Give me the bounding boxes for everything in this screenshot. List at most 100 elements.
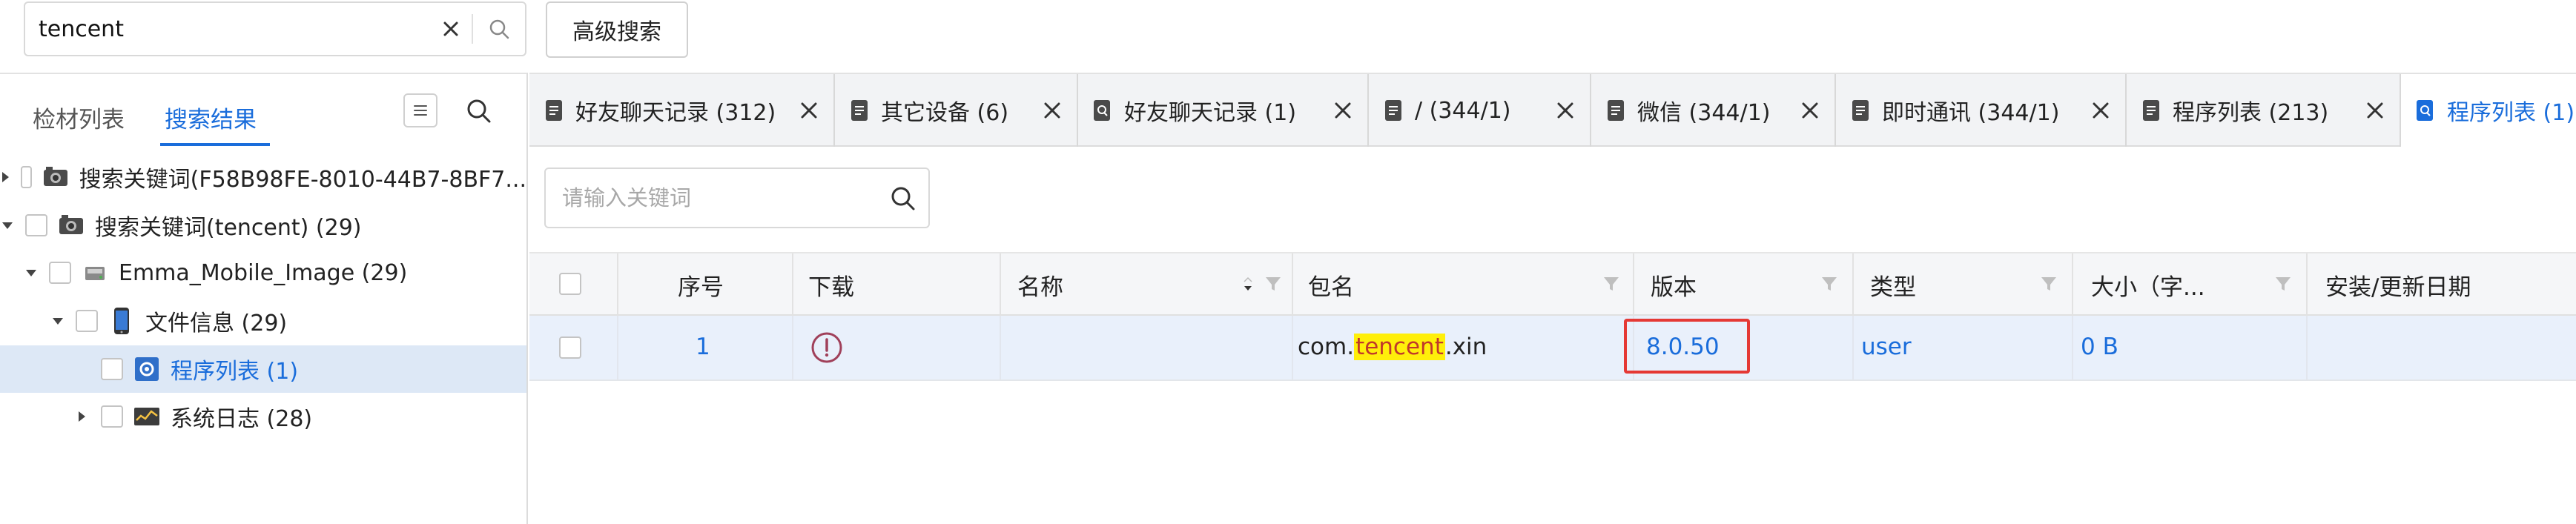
close-icon[interactable] [2087, 96, 2115, 125]
column-header-label: 安装/更新日期 [2325, 274, 2471, 301]
column-header-label: 名称 [1017, 274, 1063, 301]
column-header-label: 序号 [678, 274, 724, 301]
column-size[interactable]: 大小（字... [2073, 253, 2308, 316]
clear-icon[interactable] [430, 8, 472, 50]
keyword-filter-box[interactable] [544, 168, 930, 228]
tree-checkbox[interactable] [101, 405, 123, 428]
tree-search-icon[interactable] [461, 93, 497, 129]
collapse-arrow-icon[interactable] [0, 218, 15, 233]
document-icon [1605, 97, 1627, 124]
tree-node-label: 搜索关键词(F58B98FE-8010-44B7-8BF7... [79, 167, 526, 193]
search-keyword-icon [58, 212, 85, 239]
tree-node-selected[interactable]: 程序列表 (1) [0, 345, 526, 393]
package-suffix: .xin [1444, 334, 1487, 360]
result-tab-strip: 好友聊天记录 (312) 其它设备 (6) 好友聊天记录 (1) / (344/… [529, 73, 2576, 147]
column-header-label: 类型 [1870, 274, 1916, 301]
global-search-box[interactable]: tencent [24, 1, 526, 56]
tree-checkbox[interactable] [25, 214, 47, 236]
close-icon[interactable] [1796, 96, 1824, 125]
tree-node[interactable]: Emma_Mobile_Image (29) [0, 249, 526, 296]
close-icon[interactable] [795, 96, 823, 125]
tab-label: 程序列表 (1) [2447, 100, 2575, 126]
left-panel: 检材列表 搜索结果 搜索关键词(F58B98FE-8010-44B7-8BF7.… [0, 73, 528, 524]
search-keyword-icon [42, 164, 69, 190]
tree-node[interactable]: 搜索关键词(tencent) (29) [0, 202, 526, 249]
tab-wechat[interactable]: 微信 (344/1) [1591, 74, 1836, 147]
filter-icon[interactable] [2272, 273, 2294, 295]
search-highlight: tencent [1354, 334, 1445, 360]
sort-desc-icon[interactable] [1240, 273, 1256, 295]
expand-arrow-icon[interactable] [0, 170, 10, 185]
global-search-input[interactable]: tencent [39, 16, 430, 42]
tab-instant-messaging[interactable]: 即时通讯 (344/1) [1836, 74, 2127, 147]
tab-evidence-list[interactable]: 检材列表 [33, 101, 125, 134]
cell-size: 0 B [2073, 316, 2308, 379]
filter-icon[interactable] [2038, 273, 2060, 295]
cell-name [1001, 316, 1293, 379]
column-type[interactable]: 类型 [1854, 253, 2073, 316]
document-search-icon [1092, 97, 1114, 124]
row-checkbox[interactable] [559, 336, 581, 359]
column-header-label: 包名 [1308, 274, 1354, 301]
document-icon [2140, 97, 2162, 124]
select-all-checkbox[interactable] [559, 273, 581, 295]
tab-friend-chat-1[interactable]: 好友聊天记录 (1) [1078, 74, 1369, 147]
column-seq[interactable]: 序号 [618, 253, 793, 316]
row-package: com.tencent.xin [1298, 334, 1487, 360]
close-icon[interactable] [1038, 96, 1066, 125]
column-header-label: 大小（字... [2091, 274, 2205, 301]
tab-label: 微信 (344/1) [1637, 100, 1771, 126]
tree-node-label: Emma_Mobile_Image (29) [119, 259, 408, 286]
cell-install-date [2308, 316, 2576, 379]
select-all-cell [529, 253, 618, 316]
tree-checkbox[interactable] [101, 358, 123, 380]
top-search-bar: tencent 高级搜索 [0, 0, 2576, 73]
tree-node[interactable]: 文件信息 (29) [0, 297, 526, 345]
tab-label: 其它设备 (6) [881, 100, 1009, 126]
cell-seq: 1 [618, 316, 793, 379]
system-log-icon [133, 403, 160, 430]
tree-checkbox[interactable] [21, 166, 32, 188]
column-name[interactable]: 名称 [1001, 253, 1293, 316]
disk-image-icon [82, 259, 108, 286]
document-icon [848, 97, 871, 124]
tab-app-list-1[interactable]: 程序列表 (1) [2401, 74, 2576, 147]
tree-node[interactable]: 搜索关键词(F58B98FE-8010-44B7-8BF7... [0, 153, 526, 201]
tab-label: / (344/1) [1415, 97, 1511, 124]
tab-friend-chat-312[interactable]: 好友聊天记录 (312) [529, 74, 835, 147]
tree-checkbox[interactable] [49, 262, 71, 284]
tab-search-results[interactable]: 搜索结果 [165, 101, 257, 134]
close-icon[interactable] [1551, 96, 1579, 125]
cell-download [793, 316, 1001, 379]
advanced-search-button[interactable]: 高级搜索 [546, 1, 688, 58]
menu-icon[interactable] [403, 93, 437, 127]
column-download[interactable]: 下载 [793, 253, 1001, 316]
tree-node[interactable]: 系统日志 (28) [0, 393, 526, 440]
tree-node-label: 文件信息 (29) [145, 311, 288, 336]
filter-icon[interactable] [1262, 273, 1284, 295]
column-install-date[interactable]: 安装/更新日期 [2308, 253, 2576, 316]
alert-circle-icon[interactable] [810, 331, 844, 368]
close-icon[interactable] [1329, 96, 1357, 125]
keyword-filter-input[interactable] [561, 185, 872, 211]
tab-other-devices[interactable]: 其它设备 (6) [835, 74, 1078, 147]
expand-arrow-icon[interactable] [74, 409, 89, 424]
collapse-arrow-icon[interactable] [50, 314, 65, 328]
close-icon[interactable] [2361, 96, 2389, 125]
filter-icon[interactable] [1818, 273, 1840, 295]
collapse-arrow-icon[interactable] [24, 265, 39, 280]
column-header-label: 版本 [1651, 274, 1697, 301]
tab-app-list-213[interactable]: 程序列表 (213) [2127, 74, 2401, 147]
row-size: 0 B [2081, 334, 2118, 360]
tab-root-path[interactable]: / (344/1) [1369, 74, 1591, 147]
tab-label: 程序列表 (213) [2173, 100, 2329, 126]
column-version[interactable]: 版本 [1634, 253, 1854, 316]
column-package[interactable]: 包名 [1293, 253, 1634, 316]
filter-icon[interactable] [1600, 273, 1622, 295]
tab-label: 即时通讯 (344/1) [1882, 100, 2060, 126]
search-icon[interactable] [887, 182, 919, 215]
tree-checkbox[interactable] [76, 310, 98, 332]
search-icon[interactable] [473, 3, 525, 55]
app-list-icon [133, 356, 160, 382]
table-row[interactable]: 1 com.tencent.xin 8.0.50 user 0 B [529, 316, 2576, 381]
